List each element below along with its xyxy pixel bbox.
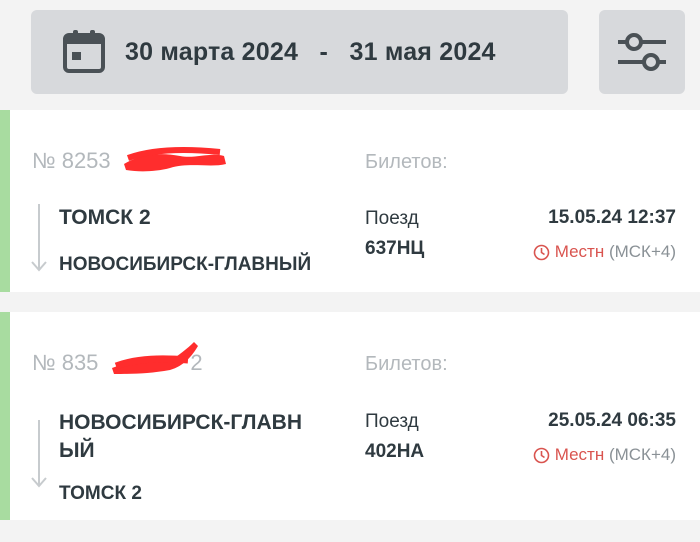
departure-station: НОВОСИБИРСК-ГЛАВН ЫЙ [59, 411, 302, 462]
date-range-label: 30 марта 2024 - 31 мая 2024 [125, 10, 496, 94]
order-card[interactable]: № 835 2 Билетов: НОВОСИБИРСК-ГЛАВН ЫЙ ТОМ… [0, 312, 700, 520]
timezone-msk: (МСК+4) [608, 445, 676, 464]
train-number: 402НА [365, 441, 425, 462]
timezone-local: Местн [554, 242, 605, 261]
calendar-icon [63, 30, 105, 73]
filter-button[interactable] [599, 10, 685, 94]
redaction-scribble [112, 342, 198, 374]
date-separator: - [319, 37, 329, 66]
departure-datetime: 25.05.24 06:35 [548, 410, 676, 431]
arrival-station: ТОМСК 2 [59, 483, 142, 504]
route-arrow-icon [31, 420, 47, 488]
order-card[interactable]: № 8253 Билетов: ТОМСК 2 НОВОСИБИРСК-ГЛАВ… [0, 110, 700, 292]
train-label: Поезд [365, 411, 419, 432]
departure-station: ТОМСК 2 [59, 206, 151, 229]
timezone-local: Местн [554, 445, 605, 464]
timezone-label: Местн (МСК+4) [533, 242, 676, 262]
date-from: 30 марта 2024 [125, 37, 299, 66]
clock-icon [533, 447, 550, 463]
arrival-station: НОВОСИБИРСК-ГЛАВНЫЙ [59, 254, 312, 275]
timezone-label: Местн (МСК+4) [533, 445, 676, 465]
order-number: № 8253 [32, 148, 111, 173]
date-to: 31 мая 2024 [349, 37, 496, 66]
clock-icon [533, 244, 550, 260]
departure-datetime: 15.05.24 12:37 [548, 207, 676, 228]
route-arrow-icon [31, 204, 47, 272]
redaction-scribble [124, 147, 226, 172]
tickets-label: Билетов: [365, 151, 448, 173]
sliders-icon [618, 33, 666, 71]
train-number: 637НЦ [365, 238, 425, 259]
timezone-msk: (МСК+4) [608, 242, 676, 261]
tickets-label: Билетов: [365, 353, 448, 375]
train-label: Поезд [365, 208, 419, 229]
date-range-selector[interactable]: 30 марта 2024 - 31 мая 2024 [31, 10, 568, 94]
